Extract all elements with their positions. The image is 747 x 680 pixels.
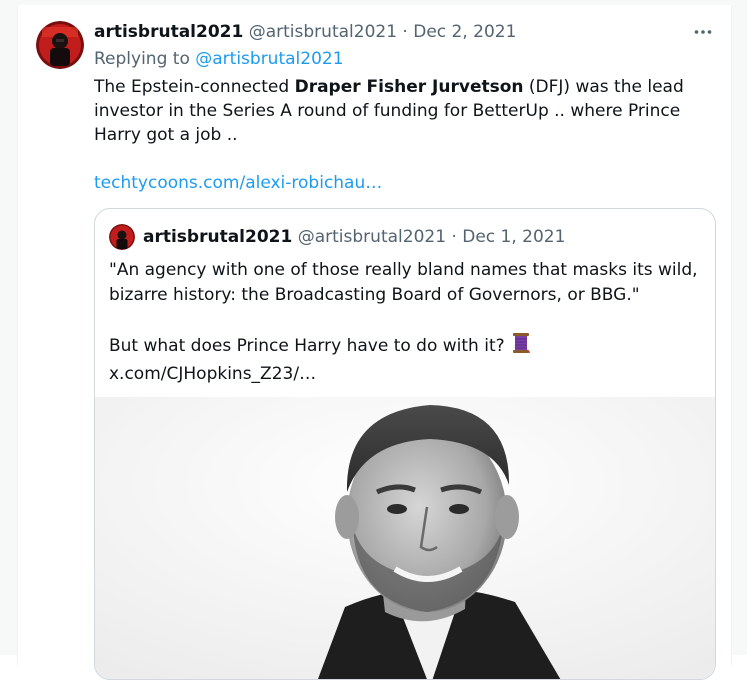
quoted-handle[interactable]: @artisbrutal2021 bbox=[298, 227, 446, 247]
photo-icon bbox=[95, 397, 715, 679]
tweet-external-link[interactable]: techtycoons.com/alexi-robichau… bbox=[94, 173, 382, 193]
author-handle[interactable]: @artisbrutal2021 bbox=[249, 22, 397, 42]
quoted-author-avatar-image bbox=[109, 224, 135, 250]
author-display-name[interactable]: artisbrutal2021 bbox=[94, 22, 243, 42]
timeline-background: artisbrutal2021 @artisbrutal2021 · Dec 2… bbox=[0, 0, 747, 680]
quoted-text-paragraph-1: "An agency with one of those really blan… bbox=[109, 260, 698, 305]
tweet-date[interactable]: Dec 2, 2021 bbox=[413, 22, 516, 42]
author-avatar-image bbox=[36, 21, 84, 69]
replying-to-line: Replying to @artisbrutal2021 bbox=[94, 48, 344, 70]
quoted-display-name[interactable]: artisbrutal2021 bbox=[143, 227, 292, 247]
quoted-date[interactable]: Dec 1, 2021 bbox=[462, 227, 565, 247]
quoted-author-header: artisbrutal2021 @artisbrutal2021 · Dec 1… bbox=[143, 226, 565, 248]
spool-of-thread-icon bbox=[512, 332, 530, 362]
tweet-body: The Epstein-connected Draper Fisher Jurv… bbox=[94, 75, 724, 195]
author-header: artisbrutal2021 @artisbrutal2021 · Dec 2… bbox=[94, 21, 516, 43]
replying-to-handle-link[interactable]: @artisbrutal2021 bbox=[195, 49, 343, 69]
author-avatar[interactable] bbox=[36, 21, 84, 69]
more-horizontal-icon bbox=[694, 30, 712, 34]
reply-tweet[interactable]: artisbrutal2021 @artisbrutal2021 · Dec 2… bbox=[17, 5, 732, 680]
quoted-tweet-body: "An agency with one of those really blan… bbox=[109, 258, 705, 387]
quoted-tweet-card[interactable]: artisbrutal2021 @artisbrutal2021 · Dec 1… bbox=[94, 208, 716, 680]
quoted-author-avatar[interactable] bbox=[109, 224, 135, 250]
quoted-text-paragraph-2: But what does Prince Harry have to do wi… bbox=[109, 336, 505, 356]
more-options-button[interactable] bbox=[688, 17, 718, 47]
tweet-text-intro: The Epstein-connected bbox=[94, 77, 290, 97]
header-separator: · bbox=[402, 22, 408, 42]
replying-to-label: Replying to bbox=[94, 49, 190, 69]
quoted-media-photo[interactable] bbox=[95, 397, 715, 679]
quoted-header-separator: · bbox=[451, 227, 457, 247]
tweet-text-bold: Draper Fisher Jurvetson bbox=[294, 77, 524, 97]
quoted-thread-link[interactable]: x.com/CJHopkins_Z23/… bbox=[109, 364, 316, 384]
